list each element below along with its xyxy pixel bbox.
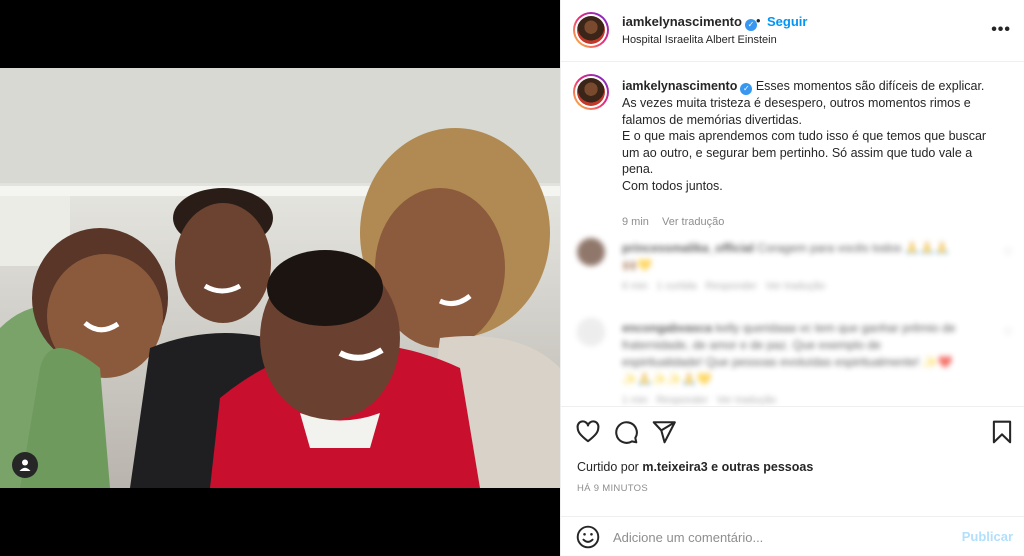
heart-icon[interactable] <box>575 419 601 445</box>
liked-by-suffix[interactable]: e outras pessoas <box>711 460 813 474</box>
comments-section[interactable]: iamkelynascimento ✓ Esses momentos são di… <box>561 62 1024 406</box>
reply-link[interactable]: Responder <box>656 394 707 406</box>
comment-avatar[interactable] <box>577 238 605 266</box>
liked-by-user[interactable]: m.teixeira3 <box>642 460 707 474</box>
translate-link[interactable]: Ver tradução <box>662 216 724 228</box>
comment-likes[interactable]: 1 curtida <box>656 280 696 292</box>
add-comment-bar: Publicar <box>561 516 1024 556</box>
comment-heart-icon[interactable]: ♡ <box>1003 326 1013 339</box>
comment-username[interactable]: encongabvasca <box>622 321 712 335</box>
caption-line: um ao outro, e segurar bem pertinho. Só … <box>622 145 973 160</box>
caption-line: Com todos juntos. <box>622 178 723 193</box>
comment-meta: 1 min Responder Ver tradução <box>622 392 992 406</box>
author-username[interactable]: iamkelynascimento ✓ <box>622 14 757 31</box>
caption-avatar[interactable] <box>573 74 609 110</box>
comment-text: encongabvasca kelly queridaaa vc tem que… <box>622 320 992 406</box>
post-header: iamkelynascimento ✓ • Seguir Hospital Isr… <box>561 0 1024 62</box>
caption-line: Esses momentos são difíceis de explicar. <box>755 79 985 93</box>
comment-body: fraternidade, de amor e de paz. Que exem… <box>622 338 881 352</box>
liked-by: Curtido por m.teixeira3 e outras pessoas <box>577 460 813 474</box>
comment-body: kelly queridaaa vc tem que ganhar prêmio… <box>715 321 956 335</box>
bookmark-icon[interactable] <box>989 419 1015 445</box>
liked-by-prefix: Curtido por <box>577 460 639 474</box>
caption-time: 9 min <box>622 216 649 228</box>
post-photo[interactable] <box>0 68 560 488</box>
translate-link[interactable]: Ver tradução <box>766 280 826 292</box>
post-media <box>0 0 560 556</box>
caption-line: E o que mais aprendemos com tudo isso é … <box>622 129 987 143</box>
separator-dot: • <box>756 13 761 28</box>
comment-username[interactable]: princessmalika_official <box>622 241 754 255</box>
avatar[interactable] <box>573 12 609 48</box>
user-tag-icon[interactable] <box>12 452 38 478</box>
comment-body: Coragem para vocês todos 🙏🙏🙏 <box>757 241 950 255</box>
selfie-image <box>0 68 560 488</box>
comment-icon[interactable] <box>613 419 639 445</box>
translate-link[interactable]: Ver tradução <box>717 394 777 406</box>
comment-body: espiritualidade! Que pessoas evoluídas e… <box>622 355 953 369</box>
caption-username[interactable]: iamkelynascimento <box>622 79 737 93</box>
caption-meta: 9 min Ver tradução <box>622 216 734 228</box>
comment-time: 6 min <box>622 280 648 292</box>
caption-line: As vezes muita tristeza é desespero, out… <box>622 96 971 110</box>
location-link[interactable]: Hospital Israelita Albert Einstein <box>622 34 777 46</box>
comment-body: ✨🙏✨✨🙏💛 <box>622 372 712 386</box>
share-icon[interactable] <box>651 419 677 445</box>
post-side-panel: iamkelynascimento ✓ • Seguir Hospital Isr… <box>560 0 1024 556</box>
comment-text: princessmalika_official Coragem para voc… <box>622 240 992 295</box>
more-options-icon[interactable]: ••• <box>991 22 1011 38</box>
emoji-icon[interactable] <box>575 524 601 550</box>
caption-line: falamos de memórias divertidas. <box>622 112 802 127</box>
comment-body: 🙌🏽💛 <box>622 258 652 272</box>
comment-avatar[interactable] <box>577 318 605 346</box>
comment-input[interactable] <box>613 525 943 549</box>
publish-button[interactable]: Publicar <box>962 529 1013 544</box>
post-timestamp[interactable]: HÁ 9 MINUTOS <box>577 483 648 494</box>
caption-line: pena. <box>622 162 654 176</box>
caption-text: iamkelynascimento ✓ Esses momentos são di… <box>622 78 1014 194</box>
comment-meta: 6 min 1 curtida Responder Ver tradução <box>622 278 992 295</box>
comment-time: 1 min <box>622 394 648 406</box>
reply-link[interactable]: Responder <box>706 280 757 292</box>
follow-button[interactable]: Seguir <box>767 14 807 29</box>
comment-heart-icon[interactable]: ♡ <box>1003 246 1013 259</box>
verified-badge-icon: ✓ <box>740 83 753 95</box>
post-actions: Curtido por m.teixeira3 e outras pessoas… <box>561 406 1024 516</box>
